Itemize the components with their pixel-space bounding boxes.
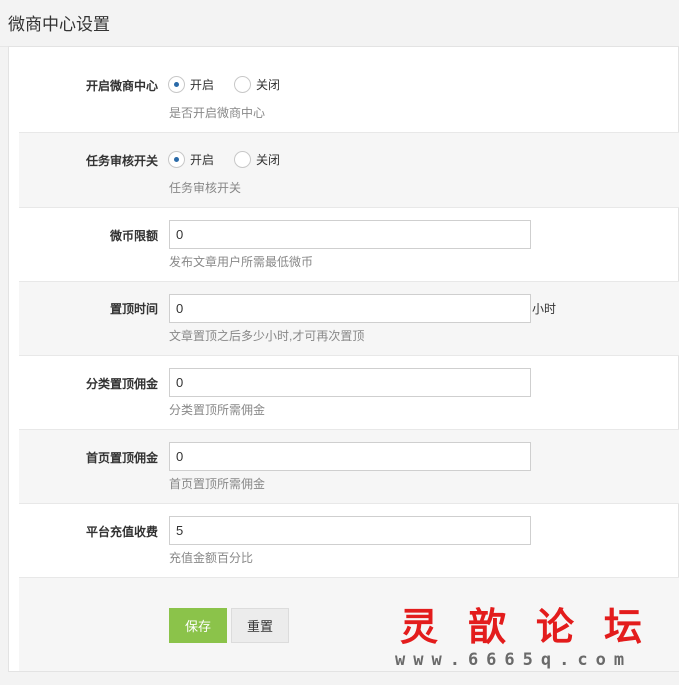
pin-time-hint: 文章置顶之后多少小时,才可再次置顶 [169, 329, 365, 343]
enable-center-off-radio[interactable]: 关闭 [234, 76, 280, 93]
coin-limit-input[interactable] [169, 220, 531, 249]
enable-center-hint: 是否开启微商中心 [169, 106, 266, 120]
form-row-recharge-fee: 平台充值收费 充值金额百分比 [19, 504, 679, 578]
recharge-fee-label: 平台充值收费 [85, 525, 158, 539]
pin-time-input[interactable] [169, 294, 531, 323]
task-review-off-radio[interactable]: 关闭 [234, 151, 280, 168]
enable-center-radio-group: 开启 关闭 [168, 76, 300, 93]
home-pin-fee-input[interactable] [169, 442, 531, 471]
form-row-pin-time: 置顶时间 小时 文章置顶之后多少小时,才可再次置顶 [19, 282, 679, 356]
page-title: 微商中心设置 [8, 15, 110, 34]
radio-checked-icon [168, 151, 185, 168]
radio-unchecked-icon [234, 151, 252, 168]
form-row-task-review: 任务审核开关 开启 关闭 任务审核开关 [19, 133, 679, 208]
settings-page: 微商中心设置 开启微商中心 开启 关闭 是否开启微商中心 任务审核开关 开启 关… [0, 0, 679, 685]
watermark-url: www.6665q.com [395, 650, 633, 670]
radio-label: 开启 [190, 78, 215, 92]
task-review-hint: 任务审核开关 [169, 181, 242, 195]
task-review-radio-group: 开启 关闭 [168, 151, 300, 168]
save-button[interactable]: 保存 [169, 608, 227, 643]
watermark-text: 灵歆论坛 [400, 604, 673, 649]
form-row-home-pin-fee: 首页置顶佣金 首页置顶所需佣金 [19, 430, 679, 504]
category-pin-fee-hint: 分类置顶所需佣金 [169, 403, 266, 417]
coin-limit-label: 微币限额 [109, 229, 158, 243]
radio-unchecked-icon [234, 76, 252, 93]
category-pin-fee-input[interactable] [169, 368, 531, 397]
form-row-category-pin-fee: 分类置顶佣金 分类置顶所需佣金 [19, 356, 679, 430]
recharge-fee-input[interactable] [169, 516, 531, 545]
task-review-on-radio[interactable]: 开启 [168, 151, 214, 168]
pin-time-unit: 小时 [532, 302, 557, 316]
home-pin-fee-hint: 首页置顶所需佣金 [169, 477, 266, 491]
radio-checked-icon [168, 76, 185, 93]
form-row-coin-limit: 微币限额 发布文章用户所需最低微币 [19, 208, 679, 282]
pin-time-label: 置顶时间 [109, 302, 158, 316]
radio-label: 开启 [190, 153, 215, 167]
recharge-fee-hint: 充值金额百分比 [169, 551, 254, 565]
coin-limit-hint: 发布文章用户所需最低微币 [169, 255, 314, 269]
task-review-label: 任务审核开关 [85, 154, 158, 168]
category-pin-fee-label: 分类置顶佣金 [85, 377, 158, 391]
home-pin-fee-label: 首页置顶佣金 [85, 451, 158, 465]
enable-center-on-radio[interactable]: 开启 [168, 76, 214, 93]
radio-label: 关闭 [256, 78, 281, 92]
radio-label: 关闭 [256, 153, 281, 167]
reset-button[interactable]: 重置 [231, 608, 289, 643]
settings-panel: 开启微商中心 开启 关闭 是否开启微商中心 任务审核开关 开启 关闭 任务审核开… [8, 46, 679, 672]
form-row-enable-center: 开启微商中心 开启 关闭 是否开启微商中心 [19, 47, 679, 133]
enable-center-label: 开启微商中心 [85, 79, 158, 93]
